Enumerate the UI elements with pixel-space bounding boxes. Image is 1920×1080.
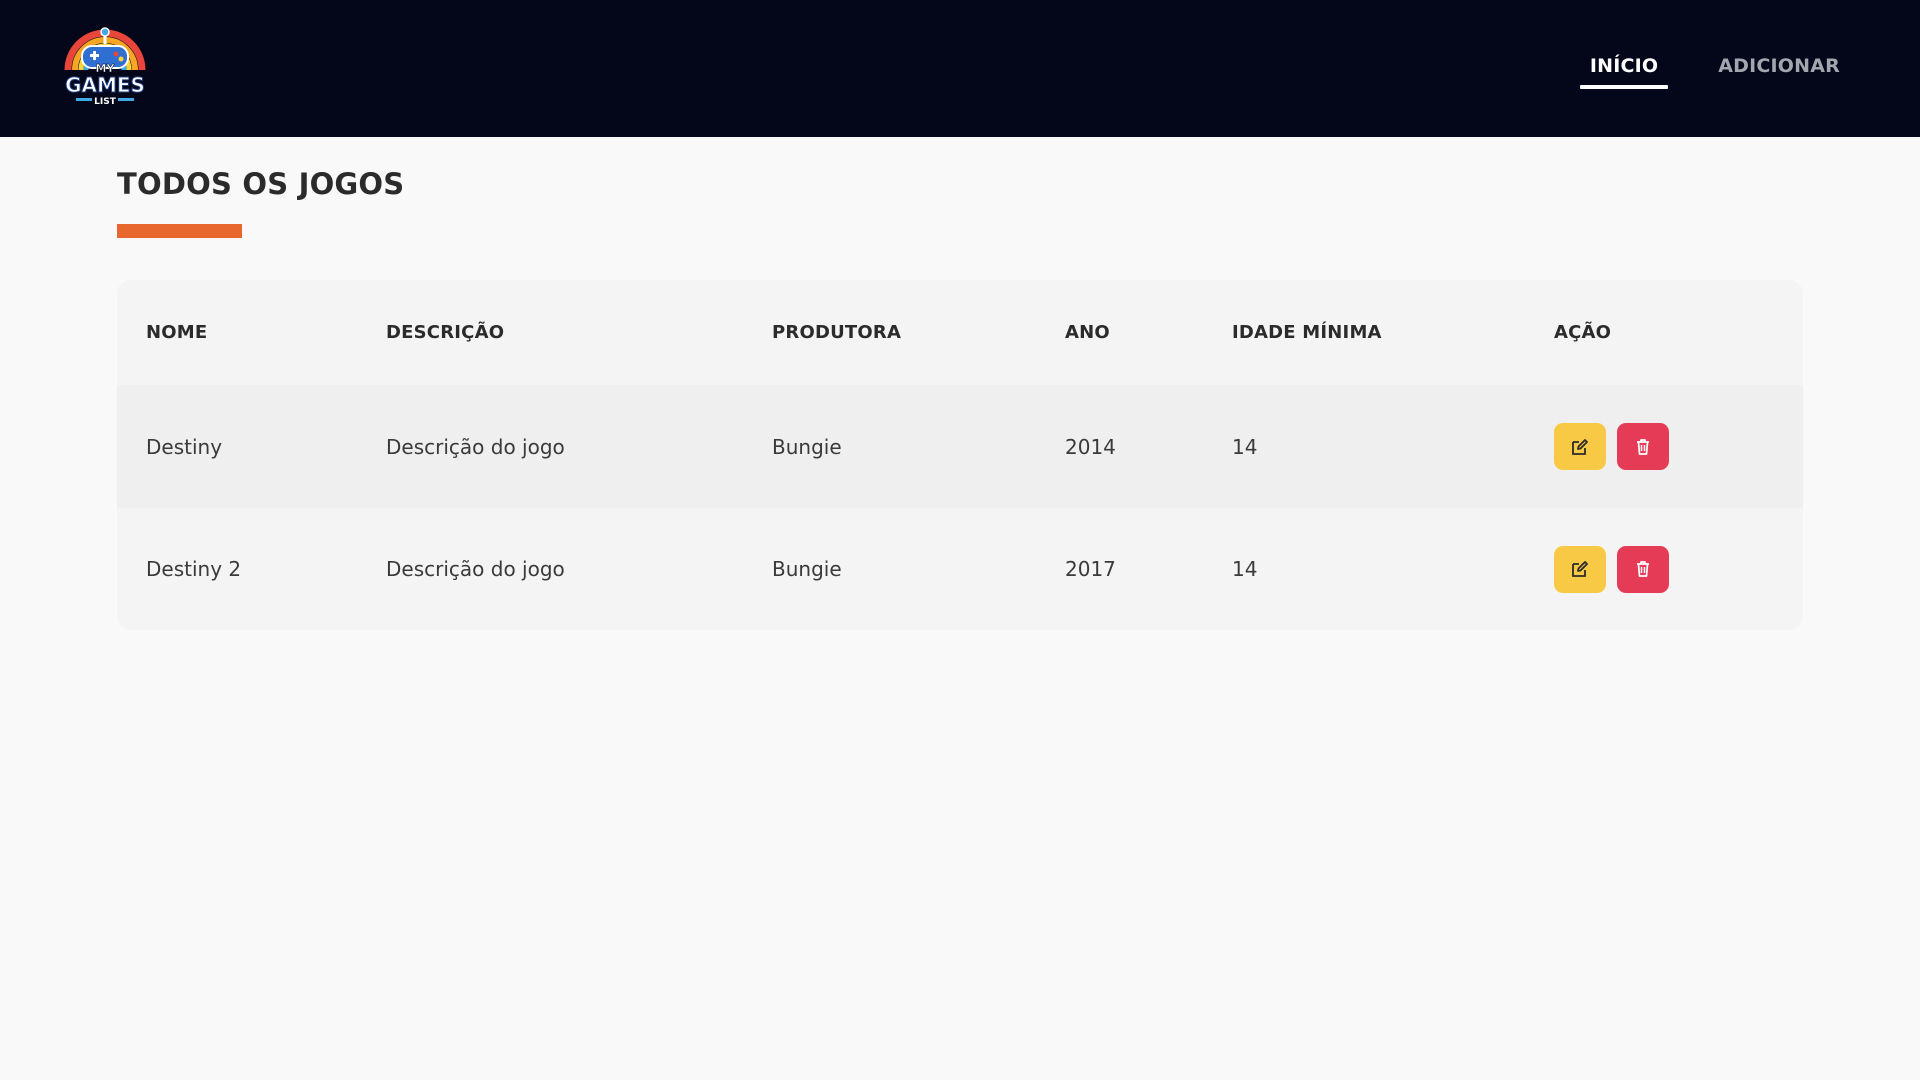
trash-icon bbox=[1637, 561, 1649, 577]
logo-text-list: LIST bbox=[94, 97, 117, 107]
column-header-acao: AÇÃO bbox=[1554, 322, 1612, 343]
nav-item-inicio[interactable]: INÍCIO bbox=[1579, 52, 1669, 89]
column-header-descricao: DESCRIÇÃO bbox=[386, 322, 505, 343]
my-games-list-logo[interactable]: MY GAMES LIST bbox=[60, 24, 150, 112]
main-nav: INÍCIO ADICIONAR bbox=[1579, 52, 1850, 89]
column-header-idade-minima: IDADE MÍNIMA bbox=[1232, 322, 1382, 343]
row-actions bbox=[1554, 508, 1669, 630]
column-header-ano: ANO bbox=[1065, 322, 1110, 343]
edit-icon bbox=[1572, 561, 1588, 577]
cell-descricao: Descrição do jogo bbox=[386, 557, 565, 581]
table-row: Destiny Descrição do jogo Bungie 2014 14 bbox=[117, 385, 1803, 508]
cell-ano: 2017 bbox=[1065, 557, 1116, 581]
cell-descricao: Descrição do jogo bbox=[386, 434, 565, 459]
cell-idade-minima: 14 bbox=[1232, 434, 1258, 459]
table-row: Destiny 2 Descrição do jogo Bungie 2017 … bbox=[117, 508, 1803, 630]
column-header-nome: NOME bbox=[146, 322, 208, 343]
nav-item-adicionar[interactable]: ADICIONAR bbox=[1708, 52, 1850, 89]
cell-produtora: Bungie bbox=[772, 557, 842, 581]
edit-icon bbox=[1572, 438, 1588, 455]
table-header-row: NOME DESCRIÇÃO PRODUTORA ANO IDADE MÍNIM… bbox=[117, 280, 1803, 385]
cell-nome: Destiny 2 bbox=[146, 557, 242, 581]
top-navbar: MY GAMES LIST INÍCIO ADICIONAR bbox=[0, 0, 1920, 137]
page-title: TODOS OS JOGOS bbox=[117, 167, 405, 201]
row-actions bbox=[1554, 385, 1669, 508]
cell-produtora: Bungie bbox=[772, 434, 842, 459]
column-header-produtora: PRODUTORA bbox=[772, 322, 902, 343]
cell-ano: 2014 bbox=[1065, 434, 1116, 459]
cell-nome: Destiny bbox=[146, 434, 223, 459]
trash-icon bbox=[1637, 438, 1649, 455]
delete-button[interactable] bbox=[1617, 545, 1669, 593]
delete-button[interactable] bbox=[1617, 423, 1669, 470]
edit-button[interactable] bbox=[1554, 545, 1606, 593]
edit-button[interactable] bbox=[1554, 423, 1606, 470]
games-table: NOME DESCRIÇÃO PRODUTORA ANO IDADE MÍNIM… bbox=[117, 280, 1803, 630]
title-underline bbox=[117, 224, 242, 238]
cell-idade-minima: 14 bbox=[1232, 557, 1258, 581]
gamepad-logo-icon: MY GAMES LIST bbox=[64, 27, 146, 107]
logo-text-games: GAMES bbox=[65, 73, 145, 97]
